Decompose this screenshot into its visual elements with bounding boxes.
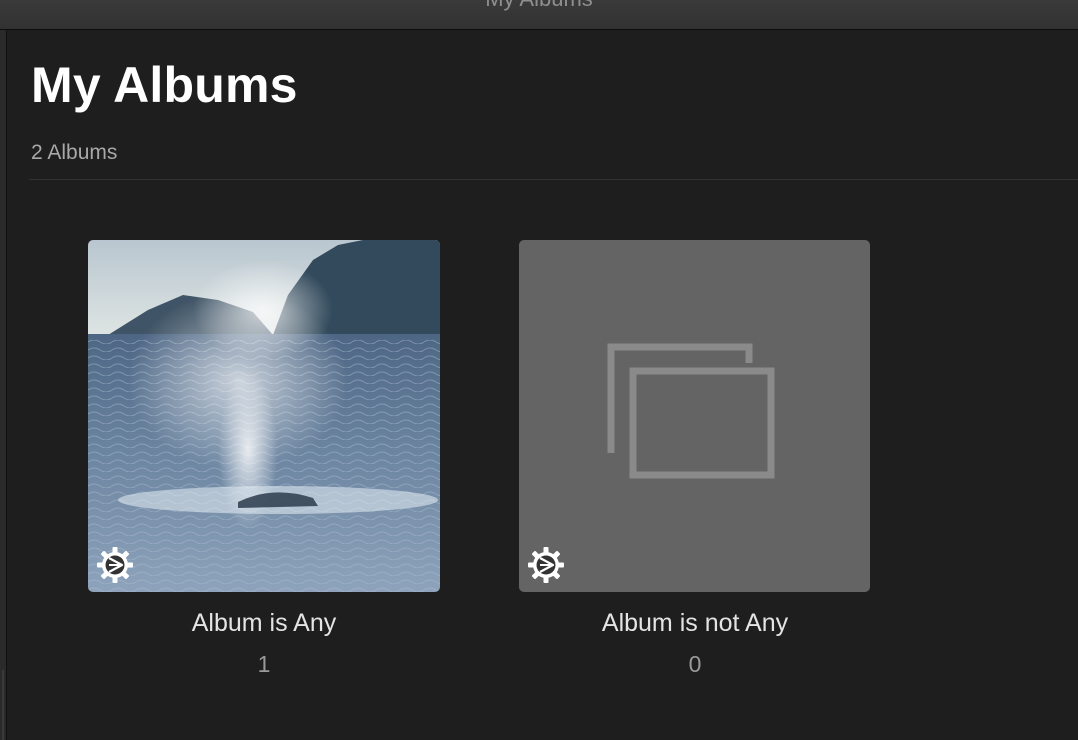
empty-album-placeholder-icon [607, 343, 775, 479]
page-title: My Albums [31, 57, 298, 113]
album-name[interactable]: Album is not Any [479, 609, 911, 638]
photos-window: My Albums My Albums 2 Albums [0, 0, 1078, 740]
album-item-album-is-any[interactable]: Album is Any 1 [88, 240, 440, 677]
title-bar[interactable]: My Albums [0, 0, 1078, 30]
whale-spout-photo [88, 240, 440, 592]
sidebar-edge[interactable] [0, 30, 7, 740]
album-count-label: 2 Albums [31, 141, 118, 164]
album-thumbnail[interactable] [88, 240, 440, 592]
window-title: My Albums [0, 0, 1078, 12]
header-divider [29, 179, 1078, 180]
album-photo-count: 0 [688, 651, 702, 677]
smart-album-gear-icon [97, 547, 133, 583]
album-item-album-is-not-any[interactable]: Album is not Any 0 [519, 240, 871, 677]
album-photo-count: 1 [257, 651, 271, 677]
album-thumbnail[interactable] [519, 240, 870, 592]
smart-album-gear-icon [528, 547, 564, 583]
album-name[interactable]: Album is Any [48, 609, 480, 638]
